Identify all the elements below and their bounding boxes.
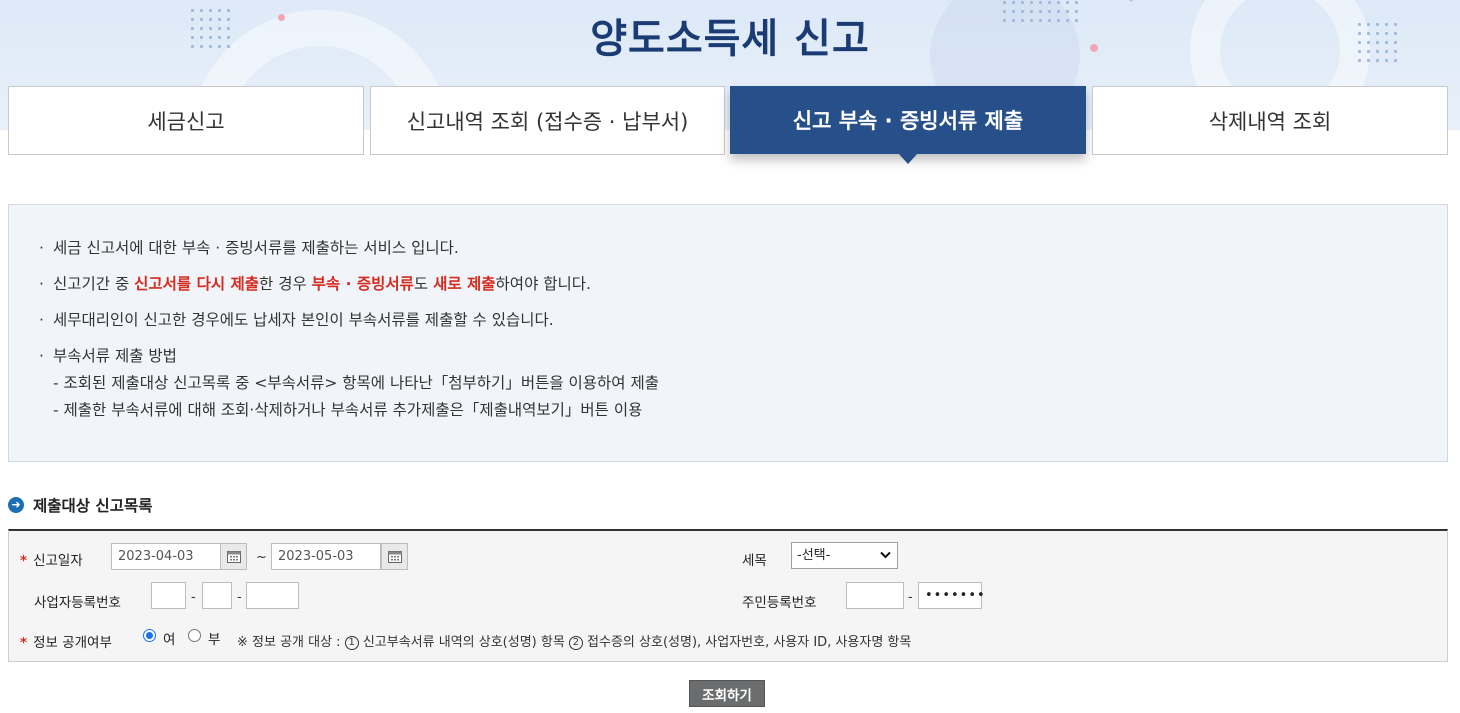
resident-number-back[interactable]: ••••••• [918,582,985,609]
bullet: · [39,275,44,293]
info-line: · 세무대리인이 신고한 경우에도 납세자 본인이 부속서류를 제출할 수 있습니… [39,310,1447,346]
required-mark: * [20,635,28,651]
bullet: · [39,239,44,257]
tax-type-label: 세목 [742,553,767,569]
arrow-right-circle-icon: ➜ [8,497,24,513]
info-text: 세금 신고서에 대한 부속 · 증빙서류를 제출하는 서비스 입니다. [53,239,459,257]
info-highlight: 새로 제출 [433,275,496,293]
info-box: · 세금 신고서에 대한 부속 · 증빙서류를 제출하는 서비스 입니다. · 신고… [8,204,1448,462]
circled-number: 1 [344,636,359,650]
note-text: ※ 정보 공개 대상 : [237,635,345,650]
resident-number-label: 주민등록번호 [742,595,817,611]
section-title: ➜ 제출대상 신고목록 [8,494,152,516]
business-number-part3[interactable] [246,582,299,609]
section-title-label: 제출대상 신고목록 [33,497,153,515]
tab-deletion-history[interactable]: 삭제내역 조회 [1092,86,1448,155]
info-text: 한 경우 [259,275,312,293]
date-label: 신고일자 [33,553,83,569]
disclosure-no-radio[interactable] [188,629,201,642]
required-mark: * [20,553,28,569]
info-text: 세무대리인이 신고한 경우에도 납세자 본인이 부속서류를 제출할 수 있습니다… [53,311,554,329]
dash: - [191,590,196,605]
info-line: · 신고기간 중 신고서를 다시 제출한 경우 부속 · 증빙서류도 새로 제출하… [39,274,1447,310]
business-number-part1[interactable] [151,582,186,609]
info-highlight: 부속 · 증빙서류 [311,275,414,293]
info-subline: - 제출한 부속서류에 대해 조회·삭제하거나 부속서류 추가제출은「제출내역보… [53,401,643,419]
tab-filing-history[interactable]: 신고내역 조회 (접수증 · 납부서) [370,86,725,155]
disclosure-no-label: 부 [208,632,221,648]
date-to-input[interactable]: 2023-05-03 [271,543,381,570]
disclosure-yes-radio[interactable] [143,629,156,642]
business-number-label: 사업자등록번호 [34,595,121,611]
search-form: * 신고일자 2023-04-03 ~ 2023-05-03 세목 -선택- 사업… [8,529,1448,662]
tax-type-selected: -선택- [797,548,831,563]
tab-submit-documents[interactable]: 신고 부속 · 증빙서류 제출 [730,86,1086,164]
info-line: · 세금 신고서에 대한 부속 · 증빙서류를 제출하는 서비스 입니다. [39,238,1447,274]
bullet: · [39,311,44,329]
date-range-separator: ~ [256,550,267,565]
tab-bar: 세금신고 신고내역 조회 (접수증 · 납부서) 신고 부속 · 증빙서류 제출… [8,86,1448,164]
info-subline: - 조회된 제출대상 신고목록 중 <부속서류> 항목에 나타난「첨부하기」버튼… [53,374,660,392]
page-title: 양도소득세 신고 [590,16,870,62]
disclosure-field-label: * 정보 공개여부 [20,631,112,651]
info-text: 부속서류 제출 방법 [53,347,177,365]
tax-type-select[interactable]: -선택- [791,542,898,569]
disclosure-note: ※ 정보 공개 대상 : 1 신고부속서류 내역의 상호(성명) 항목 2 접수… [237,631,911,650]
calendar-icon[interactable] [220,543,247,570]
date-from-input[interactable]: 2023-04-03 [111,543,221,570]
info-text: 하여야 합니다. [495,275,591,293]
info-highlight: 신고서를 다시 제출 [134,275,260,293]
calendar-icon[interactable] [381,543,408,570]
search-button[interactable]: 조회하기 [689,680,765,707]
chevron-down-icon [880,551,891,559]
business-number-part2[interactable] [202,582,232,609]
bullet: · [39,347,44,365]
tab-tax-filing[interactable]: 세금신고 [8,86,364,155]
info-line: · 부속서류 제출 방법 [39,346,1447,373]
disclosure-label: 정보 공개여부 [33,635,112,651]
date-field-label: * 신고일자 [20,549,83,569]
resident-number-front[interactable] [846,582,904,609]
note-text: 신고부속서류 내역의 상호(성명) 항목 [358,635,569,650]
banner-line [1129,0,1180,2]
info-text: 도 [413,275,434,293]
circled-number: 2 [568,636,583,650]
note-text: 접수증의 상호(성명), 사업자번호, 사용자 ID, 사용자명 항목 [582,635,912,650]
disclosure-yes-label: 여 [163,632,176,648]
dash: - [908,590,913,605]
dash: - [237,590,242,605]
info-text: 신고기간 중 [53,275,135,293]
